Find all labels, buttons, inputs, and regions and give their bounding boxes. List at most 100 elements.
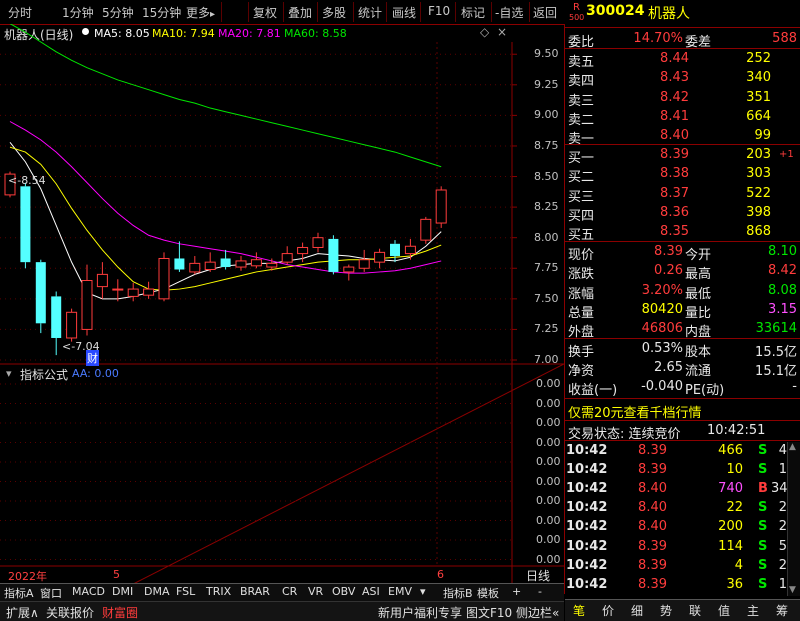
candle-body-up xyxy=(112,288,124,291)
fund-label: 收益(一) xyxy=(568,383,618,398)
asks-label: 卖三 xyxy=(568,93,595,109)
bids-price: 8.36 xyxy=(660,204,689,220)
stat-value: 8.08 xyxy=(768,282,797,298)
sidebar-toggle[interactable]: 侧边栏« xyxy=(516,604,559,621)
scroll-down-icon[interactable]: ▼ xyxy=(789,585,796,595)
collapse-triangle-icon[interactable]: ▾ xyxy=(6,367,12,380)
period-button-daily[interactable]: 日线 xyxy=(526,567,550,584)
kline-chart-panel: 机器人(日线) MA5: 8.05 MA10: 7.94 MA20: 7.81 … xyxy=(0,24,565,594)
new-user-promo-link[interactable]: 新用户福利专享 xyxy=(378,604,462,621)
tick-time: 10:42 xyxy=(566,443,608,458)
period-tab-15min[interactable]: 15分钟 xyxy=(142,4,181,21)
candle-body-down xyxy=(35,262,46,324)
expand-button[interactable]: 扩展∧ xyxy=(6,604,39,621)
period-tab-more[interactable]: 更多▸ xyxy=(186,4,215,21)
tick-count: 2 xyxy=(778,519,787,535)
tick-count: 5 xyxy=(778,538,787,554)
indicator-tab-4[interactable]: DMA xyxy=(144,585,170,598)
detail-tab-0[interactable]: 笔 xyxy=(573,602,585,619)
detail-tab-7[interactable]: 筹 xyxy=(776,602,788,619)
candlestick-chart xyxy=(0,24,564,584)
indicator-tab-15[interactable]: 模板 xyxy=(477,585,499,601)
indicator-tick-label: 0.00 xyxy=(536,552,561,566)
stats-button[interactable]: 统计 xyxy=(358,4,382,21)
indicator-tab-3[interactable]: DMI xyxy=(112,585,133,598)
indicator-tab-17[interactable]: - xyxy=(538,585,542,598)
multi-stock-button[interactable]: 多股 xyxy=(322,4,346,21)
detail-tab-3[interactable]: 势 xyxy=(660,602,672,619)
fuquan-button[interactable]: 复权 xyxy=(253,4,277,21)
candle-body-down xyxy=(174,258,185,270)
tick-volume: 466 xyxy=(718,443,743,458)
tick-side: S xyxy=(758,500,768,516)
f10-button[interactable]: F10 xyxy=(428,4,450,18)
indicator-tab-9[interactable]: VR xyxy=(308,585,323,598)
stat-value: 8.10 xyxy=(768,244,797,259)
indicator-tab-16[interactable]: + xyxy=(512,585,521,598)
stat-label: 最低 xyxy=(685,286,712,302)
indicator-tab-14[interactable]: 指标B xyxy=(443,585,473,601)
tick-scrollbar[interactable]: ▲ ▼ xyxy=(787,442,800,596)
toolbar-divider xyxy=(248,2,249,22)
tick-side: S xyxy=(758,576,768,592)
related-quotes-tab[interactable]: 关联报价 xyxy=(46,604,94,621)
fund-value: 15.1亿 xyxy=(755,364,797,379)
detail-tab-2[interactable]: 细 xyxy=(631,602,643,619)
mark-button[interactable]: 标记 xyxy=(461,4,485,21)
candle-body-up xyxy=(127,288,139,297)
tick-price: 8.40 xyxy=(638,481,667,497)
indicator-tab-10[interactable]: OBV xyxy=(332,585,355,598)
indicator-tab-6[interactable]: TRIX xyxy=(206,585,231,598)
tick-volume: 114 xyxy=(718,538,743,554)
indicator-tab-8[interactable]: CR xyxy=(282,585,297,598)
tick-side: B xyxy=(758,481,768,497)
candle-body-up xyxy=(250,259,262,267)
period-tab-fenshi[interactable]: 分时 xyxy=(8,4,32,21)
indicator-tab-12[interactable]: EMV xyxy=(388,585,412,598)
detail-tab-6[interactable]: 主 xyxy=(747,602,759,619)
indicator-tab-11[interactable]: ASI xyxy=(362,585,380,598)
remove-watchlist-button[interactable]: -自选 xyxy=(495,4,523,21)
bids-price: 8.35 xyxy=(660,224,689,240)
period-tab-5min[interactable]: 5分钟 xyxy=(102,4,134,21)
tick-price: 8.40 xyxy=(638,519,667,535)
detail-tab-4[interactable]: 联 xyxy=(689,602,701,619)
indicator-tab-5[interactable]: FSL xyxy=(176,585,195,598)
period-tab-1min[interactable]: 1分钟 xyxy=(62,4,94,21)
wealth-circle-tab[interactable]: 财富圈 xyxy=(102,604,138,621)
candle-body-up xyxy=(204,261,216,270)
candle-body-up xyxy=(158,257,170,300)
tick-price: 8.39 xyxy=(638,538,667,554)
bids-label: 买四 xyxy=(568,208,595,224)
indicator-tab-13[interactable]: ▾ xyxy=(420,585,426,598)
draw-line-button[interactable]: 画线 xyxy=(392,4,416,21)
detail-tab-5[interactable]: 值 xyxy=(718,602,730,619)
price-tick-label: 8.50 xyxy=(534,169,559,183)
scroll-up-icon[interactable]: ▲ xyxy=(789,442,796,452)
bids-volume: 303 xyxy=(746,166,771,182)
tick-count: 2 xyxy=(778,557,787,573)
candle-body-up xyxy=(66,311,78,339)
bids-volume: 868 xyxy=(746,224,771,240)
candle-body-up xyxy=(235,260,247,268)
indicator-tab-0[interactable]: 指标A xyxy=(4,585,34,601)
stat-label: 总量 xyxy=(568,305,595,321)
back-button[interactable]: 返回 xyxy=(533,4,557,21)
finance-marker[interactable]: 财 xyxy=(86,350,99,366)
detail-tab-1[interactable]: 价 xyxy=(602,602,614,619)
f10-graphic-link[interactable]: 图文F10 xyxy=(466,604,512,621)
candle-body-down xyxy=(220,258,231,268)
candle-body-up xyxy=(189,262,201,273)
candle-body-down xyxy=(51,296,62,338)
candle-body-up xyxy=(81,280,93,330)
toolbar-divider xyxy=(353,2,354,22)
indicator-tab-1[interactable]: 窗口 xyxy=(40,585,62,601)
overlay-button[interactable]: 叠加 xyxy=(288,4,312,21)
toolbar-divider xyxy=(529,2,530,22)
indicator-tab-7[interactable]: BRAR xyxy=(240,585,270,598)
candle-body-up xyxy=(404,245,416,255)
indicator-tab-2[interactable]: MACD xyxy=(72,585,105,598)
level2-promo-link[interactable]: 仅需20元查看千档行情 xyxy=(568,402,702,421)
tick-price: 8.39 xyxy=(638,557,667,573)
indicator-tick-label: 0.00 xyxy=(536,416,561,429)
